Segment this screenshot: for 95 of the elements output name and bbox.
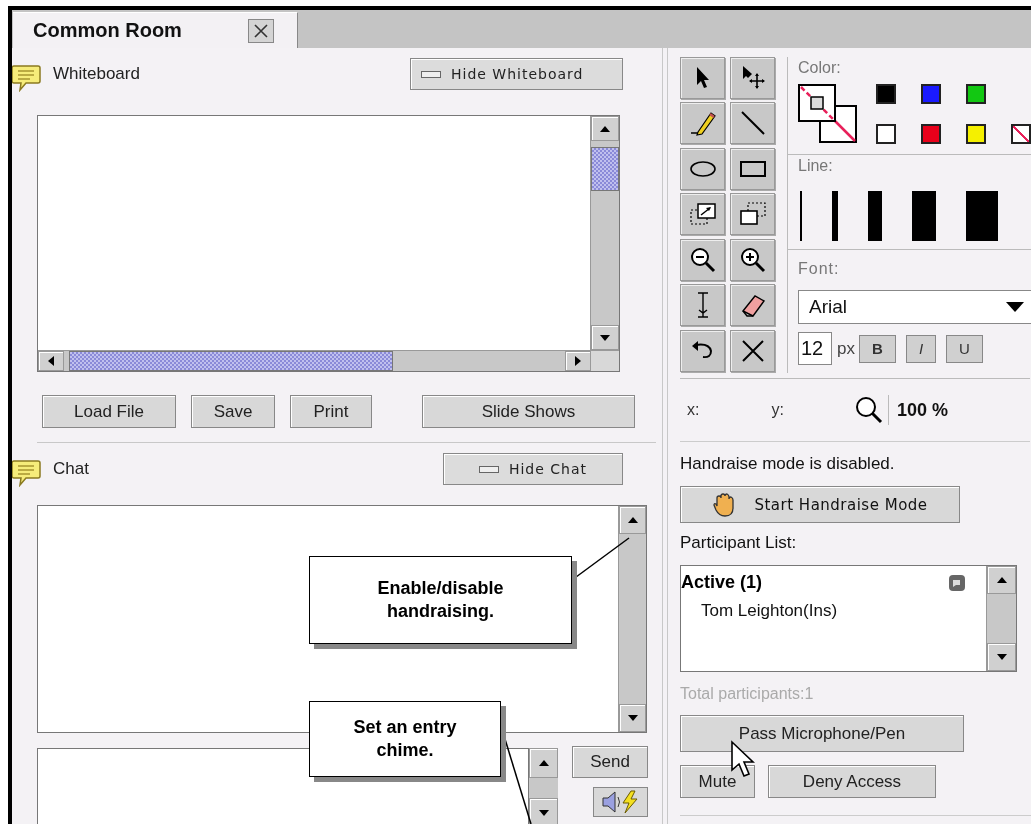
tool-button[interactable] <box>680 102 725 145</box>
tool-button[interactable] <box>730 57 775 99</box>
scroll-up-button[interactable] <box>619 506 646 534</box>
tool-button[interactable] <box>680 238 725 281</box>
scroll-down-button[interactable] <box>529 798 558 824</box>
down-arrow-icon <box>599 332 611 343</box>
minus-icon <box>421 70 441 78</box>
speech-bubble-icon <box>12 459 41 487</box>
scrollbar[interactable] <box>590 116 619 350</box>
pass-microphone-button[interactable]: Pass Microphone/Pen <box>680 715 964 752</box>
scroll-right-button[interactable] <box>565 351 591 371</box>
section-label: Line: <box>798 157 834 176</box>
zoom-level: 100 % <box>896 399 948 421</box>
scrollbar[interactable] <box>618 506 646 732</box>
up-arrow-icon <box>995 575 1008 585</box>
participant-name[interactable]: Tom Leighton(Ins) <box>701 601 838 621</box>
right-arrow-icon <box>573 355 583 367</box>
coordinate-label: x: <box>687 401 700 419</box>
status-text: Handraise mode is disabled. <box>680 454 896 474</box>
close-icon <box>253 22 269 39</box>
tool-button[interactable] <box>730 193 775 236</box>
scrollbar[interactable] <box>529 748 558 824</box>
status-icon <box>948 573 966 592</box>
tool-button[interactable] <box>680 57 725 99</box>
tool-button[interactable] <box>680 147 725 190</box>
caret-icon <box>1005 301 1025 313</box>
color-swatch[interactable] <box>921 84 941 104</box>
chime-button[interactable] <box>593 787 648 817</box>
font-size-field[interactable]: 12 <box>798 332 832 365</box>
speaker-bolt-icon <box>600 790 641 814</box>
color-swatch[interactable] <box>966 84 986 104</box>
bold-button[interactable]: B <box>858 334 896 363</box>
left-arrow-icon <box>46 355 56 367</box>
section-title: Chat <box>53 459 89 479</box>
minus-icon <box>478 465 499 473</box>
scroll-up-button[interactable] <box>987 566 1016 594</box>
down-arrow-icon <box>537 808 550 818</box>
tool-button[interactable] <box>730 147 775 190</box>
section-label: Font: <box>798 260 841 279</box>
section-title: Whiteboard <box>53 64 140 84</box>
start-handraise-button[interactable]: Start Handraise Mode <box>680 486 960 523</box>
scrollbar-thumb[interactable] <box>69 351 393 371</box>
scroll-left-button[interactable] <box>38 351 64 371</box>
toolbar-button[interactable]: Load File <box>42 395 176 428</box>
scrollbar-thumb[interactable] <box>591 147 619 191</box>
font-dropdown[interactable]: Arial <box>798 290 1031 324</box>
down-arrow-icon <box>995 652 1008 662</box>
tool-button[interactable] <box>680 193 725 236</box>
section-label: Participant List: <box>680 533 798 553</box>
hide-whiteboard-button[interactable]: Hide Whiteboard <box>410 58 623 90</box>
color-swatch[interactable] <box>876 124 896 144</box>
no-color-swatch[interactable] <box>1011 124 1031 144</box>
unit-label: px <box>837 338 855 359</box>
scroll-down-button[interactable] <box>591 325 619 350</box>
tab[interactable]: Common Room <box>13 12 298 48</box>
toolbar-button[interactable]: Save <box>191 395 275 428</box>
color-selector-icon <box>798 84 858 144</box>
group-header[interactable]: Active (1) <box>681 572 763 593</box>
speech-bubble-icon <box>12 64 41 92</box>
tool-button[interactable] <box>730 102 775 145</box>
scroll-down-button[interactable] <box>987 643 1016 671</box>
color-swatch[interactable] <box>876 84 896 104</box>
action-button[interactable]: Mute <box>680 765 755 798</box>
toolbar-button[interactable]: Print <box>290 395 372 428</box>
italic-button[interactable]: I <box>905 334 936 363</box>
up-arrow-icon <box>537 758 550 768</box>
scroll-up-button[interactable] <box>529 748 558 778</box>
zoom-icon <box>853 395 884 425</box>
up-arrow-icon <box>626 515 639 525</box>
dropdown-value: Arial <box>809 296 847 318</box>
hide-chat-button[interactable]: Hide Chat <box>443 453 623 485</box>
section-label: Color: <box>798 59 842 78</box>
zoom-out-icon <box>688 245 717 274</box>
action-button[interactable]: Deny Access <box>768 765 936 798</box>
send-button[interactable]: Send <box>572 746 648 778</box>
tool-button[interactable] <box>730 284 775 327</box>
coordinate-label: y: <box>771 401 784 419</box>
toolbar-button[interactable]: Slide Shows <box>422 395 635 428</box>
scroll-up-button[interactable] <box>591 116 619 141</box>
participant-count: Total participants:1 <box>680 685 815 703</box>
tool-button[interactable] <box>680 329 725 372</box>
zoom-in-icon <box>738 245 767 274</box>
tool-button[interactable] <box>730 238 775 281</box>
color-swatch[interactable] <box>921 124 941 144</box>
scroll-down-button[interactable] <box>619 704 646 732</box>
scrollbar-corner <box>591 351 619 371</box>
down-arrow-icon <box>626 713 639 723</box>
hand-icon <box>712 491 737 518</box>
tool-button[interactable] <box>680 284 725 327</box>
underline-button[interactable]: U <box>945 334 983 363</box>
color-swatch[interactable] <box>966 124 986 144</box>
tool-button[interactable] <box>730 329 775 372</box>
close-button[interactable] <box>248 18 274 43</box>
scrollbar[interactable] <box>986 566 1016 671</box>
scrollbar[interactable] <box>38 350 619 371</box>
